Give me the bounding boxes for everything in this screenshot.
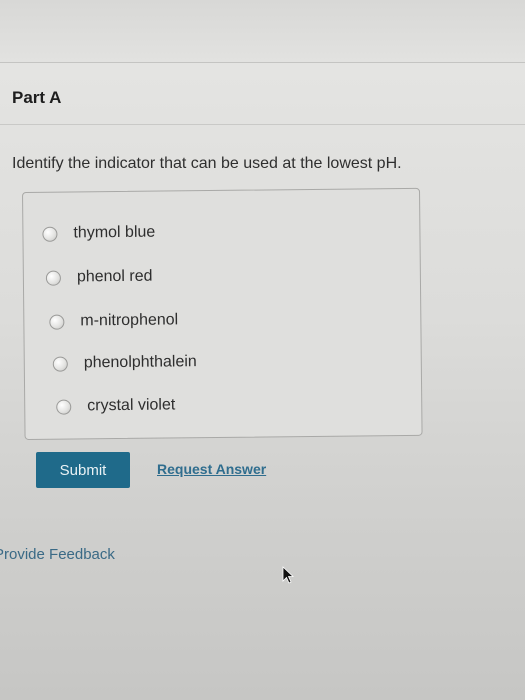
header-divider: [0, 62, 525, 63]
choice-label: thymol blue: [73, 223, 156, 242]
request-answer-link[interactable]: Request Answer: [157, 461, 266, 477]
mouse-cursor-icon: [282, 566, 294, 584]
choice-thymol-blue[interactable]: thymol blue: [42, 222, 155, 245]
choice-label: phenol red: [76, 267, 153, 286]
submit-button[interactable]: Submit: [36, 452, 130, 488]
radio-button[interactable]: [56, 398, 72, 415]
radio-button[interactable]: [52, 356, 68, 372]
choice-label: crystal violet: [87, 396, 176, 415]
section-divider: [0, 124, 525, 125]
choice-m-nitrophenol[interactable]: m-nitrophenol: [49, 309, 178, 332]
choice-crystal-violet[interactable]: crystal violet: [56, 394, 175, 417]
radio-button[interactable]: [45, 270, 61, 286]
part-title: Part A: [12, 88, 62, 107]
question-text: Identify the indicator that can be used …: [12, 155, 402, 172]
radio-button[interactable]: [42, 226, 58, 242]
choice-label: m-nitrophenol: [80, 311, 179, 330]
top-header-area: [0, 0, 525, 62]
radio-button[interactable]: [49, 314, 65, 330]
provide-feedback-link[interactable]: Provide Feedback: [0, 546, 115, 563]
choice-phenolphthalein[interactable]: phenolphthalein: [52, 351, 197, 375]
answer-choices-box: thymol blue phenol red m-nitrophenol phe…: [22, 187, 423, 440]
choice-phenol-red[interactable]: phenol red: [45, 266, 153, 289]
choice-label: phenolphthalein: [83, 353, 197, 372]
